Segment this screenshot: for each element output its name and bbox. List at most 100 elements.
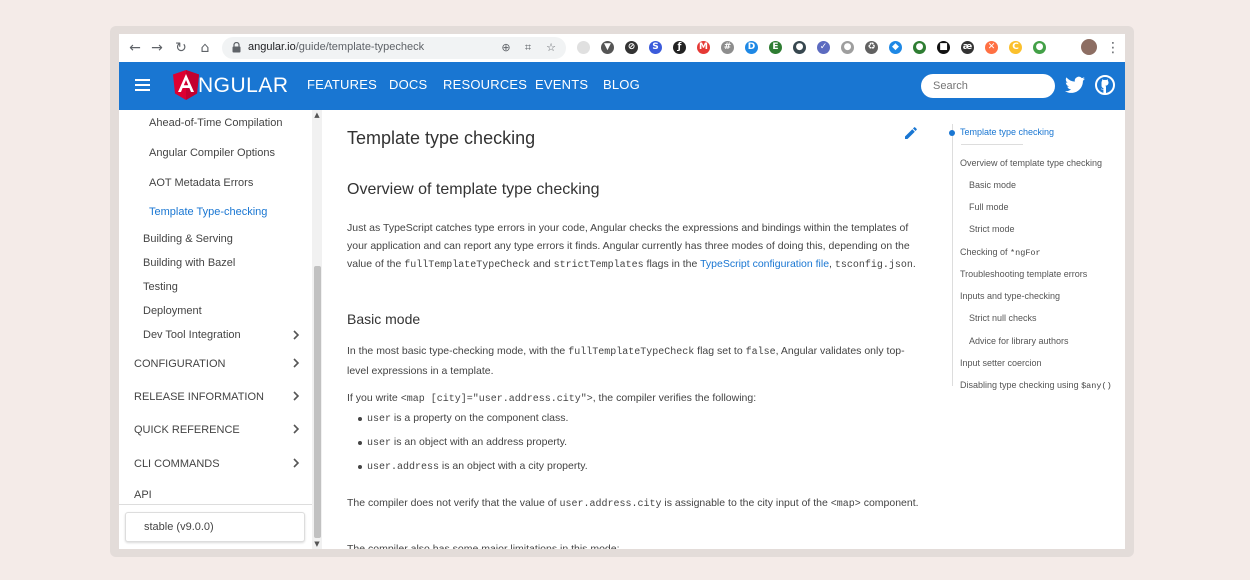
sidenav-section-api[interactable]: API — [134, 489, 152, 501]
profile-avatar[interactable] — [1081, 39, 1097, 55]
sidenav-section-release-information[interactable]: RELEASE INFORMATION — [134, 391, 264, 403]
text-span: In the most basic type-checking mode, wi… — [347, 345, 569, 357]
sidenav-item-aot-compilation[interactable]: Ahead-of-Time Compilation — [149, 117, 282, 129]
toc-separator — [961, 144, 1023, 145]
ext-v-icon[interactable]: ▼ — [601, 41, 614, 54]
back-arrow-icon[interactable]: ← — [125, 38, 145, 58]
sidenav-item-compiler-options[interactable]: Angular Compiler Options — [149, 147, 275, 159]
code-span: fullTemplateTypeCheck — [568, 347, 695, 358]
chevron-right-icon[interactable] — [291, 424, 301, 434]
chevron-right-icon[interactable] — [291, 358, 301, 368]
code-span: user — [367, 414, 392, 425]
ext-circle-slash-icon[interactable]: ⊘ — [625, 41, 638, 54]
toc-item-advice-library-authors[interactable]: Advice for library authors — [969, 336, 1069, 346]
text-span: , the compiler verifies the following: — [592, 392, 757, 404]
chevron-right-icon[interactable] — [291, 458, 301, 468]
sidenav-item-dev-tool-integration[interactable]: Dev Tool Integration — [143, 329, 241, 341]
ext-cyan-icon[interactable]: D — [745, 41, 758, 54]
text-span: component. — [860, 497, 919, 509]
ext-green-drop-icon[interactable]: ● — [913, 41, 926, 54]
hamburger-menu-icon[interactable] — [135, 79, 150, 91]
sidenav-item-template-type-checking[interactable]: Template Type-checking — [149, 206, 267, 218]
ext-blue-s-icon[interactable]: S — [649, 41, 662, 54]
forward-arrow-icon[interactable]: → — [147, 38, 167, 58]
star-icon[interactable]: ☆ — [543, 40, 559, 56]
edit-pencil-icon[interactable] — [904, 126, 918, 140]
sidenav-item-building-bazel[interactable]: Building with Bazel — [143, 257, 235, 269]
ext-dropbox-icon[interactable]: ◆ — [889, 41, 902, 54]
toc-item-inputs-type-checking[interactable]: Inputs and type-checking — [960, 291, 1060, 301]
toc-item-basic-mode[interactable]: Basic mode — [969, 180, 1016, 190]
toc-item-checking-ngfor[interactable]: Checking of *ngFor — [960, 247, 1041, 258]
search-input[interactable] — [921, 74, 1055, 98]
nav-features[interactable]: FEATURES — [307, 77, 377, 92]
chevron-right-icon[interactable] — [291, 330, 301, 340]
ext-dark-icon[interactable]: ● — [793, 41, 806, 54]
toc-item-template-type-checking[interactable]: Template type checking — [960, 127, 1054, 137]
ext-evernote-icon[interactable]: E — [769, 41, 782, 54]
lock-icon — [232, 42, 241, 53]
toc-line — [952, 124, 953, 386]
toc-item-full-mode[interactable]: Full mode — [969, 202, 1009, 212]
ext-yellow-icon[interactable]: C — [1009, 41, 1022, 54]
list-item: user is an object with an address proper… — [357, 436, 567, 449]
ext-orange-icon[interactable]: ✕ — [985, 41, 998, 54]
nav-blog[interactable]: BLOG — [603, 77, 640, 92]
ext-ae-icon[interactable]: æ — [961, 41, 974, 54]
ext-chrome-icon[interactable]: ● — [1033, 41, 1046, 54]
ext-recycle-icon[interactable]: ♻ — [865, 41, 878, 54]
toc-item-input-setter-coercion[interactable]: Input setter coercion — [960, 358, 1042, 368]
sidenav-section-configuration[interactable]: CONFIGURATION — [134, 358, 225, 370]
nav-events[interactable]: EVENTS — [535, 77, 588, 92]
text-span: and — [530, 258, 554, 270]
github-icon[interactable] — [1095, 75, 1115, 95]
ext-black-square-icon[interactable]: ■ — [937, 41, 950, 54]
toc-item-strict-mode[interactable]: Strict mode — [969, 224, 1015, 234]
sidenav-item-testing[interactable]: Testing — [143, 281, 178, 293]
nav-resources[interactable]: RESOURCES — [443, 77, 527, 92]
toc-item-troubleshooting[interactable]: Troubleshooting template errors — [960, 269, 1087, 279]
url-host: angular.io — [248, 41, 296, 53]
sidenav-section-cli-commands[interactable]: CLI COMMANDS — [134, 458, 220, 470]
address-bar[interactable]: angular.io/guide/template-typecheck ⊕ ⌗ … — [222, 37, 566, 59]
nav-docs[interactable]: DOCS — [389, 77, 427, 92]
scroll-up-arrow-icon[interactable]: ▲ — [312, 110, 322, 120]
version-selector[interactable]: stable (v9.0.0) — [125, 512, 305, 542]
twitter-icon[interactable] — [1065, 76, 1085, 94]
ext-square-icon[interactable] — [577, 41, 590, 54]
scroll-down-arrow-icon[interactable]: ▼ — [312, 539, 322, 549]
sidenav-item-building-serving[interactable]: Building & Serving — [143, 233, 233, 245]
toc-item-strict-null-checks[interactable]: Strict null checks — [969, 313, 1037, 323]
text-span: flag set to — [694, 345, 746, 357]
code-span: <map [city]="user.address.city"> — [400, 394, 593, 405]
list-item: user.address is an object with a city pr… — [358, 460, 588, 473]
angular-logo-icon[interactable] — [173, 70, 199, 100]
menu-dots-icon[interactable]: ⋮ — [1103, 38, 1123, 58]
chevron-right-icon[interactable] — [291, 391, 301, 401]
translate-icon[interactable]: ⌗ — [520, 40, 536, 56]
code-span: user.address — [367, 462, 440, 473]
sidenav-scrollbar-thumb[interactable] — [314, 266, 321, 538]
sidenav-section-quick-reference[interactable]: QUICK REFERENCE — [134, 424, 240, 436]
toc-item-overview[interactable]: Overview of template type checking — [960, 158, 1102, 168]
sidenav-item-deployment[interactable]: Deployment — [143, 305, 202, 317]
ext-grey-circle-icon[interactable]: ● — [841, 41, 854, 54]
ext-purple-icon[interactable]: ✓ — [817, 41, 830, 54]
text-span: If you write — [347, 392, 401, 404]
text-span: is assignable to the city input of the — [661, 497, 831, 509]
reload-icon[interactable]: ↻ — [171, 38, 191, 58]
sidenav-item-aot-metadata-errors[interactable]: AOT Metadata Errors — [149, 177, 253, 189]
toc-item-disabling-type-checking[interactable]: Disabling type checking using $any() — [960, 380, 1112, 391]
table-of-contents: Template type checking Overview of templ… — [939, 110, 1125, 549]
code-span: strictTemplates — [553, 260, 644, 271]
typescript-config-link[interactable]: TypeScript configuration file — [700, 258, 829, 270]
home-icon[interactable]: ⌂ — [195, 38, 215, 58]
text-span: Disabling type checking using — [960, 380, 1082, 390]
code-span: *ngFor — [1010, 248, 1041, 258]
ext-red-icon[interactable]: M — [697, 41, 710, 54]
brand-wordmark[interactable]: NGULAR — [198, 74, 289, 98]
ext-fx-icon[interactable]: ƒ — [673, 41, 686, 54]
zoom-icon[interactable]: ⊕ — [498, 40, 514, 56]
if-you-write-paragraph: If you write <map [city]="user.address.c… — [347, 389, 919, 409]
ext-grid-icon[interactable]: # — [721, 41, 734, 54]
